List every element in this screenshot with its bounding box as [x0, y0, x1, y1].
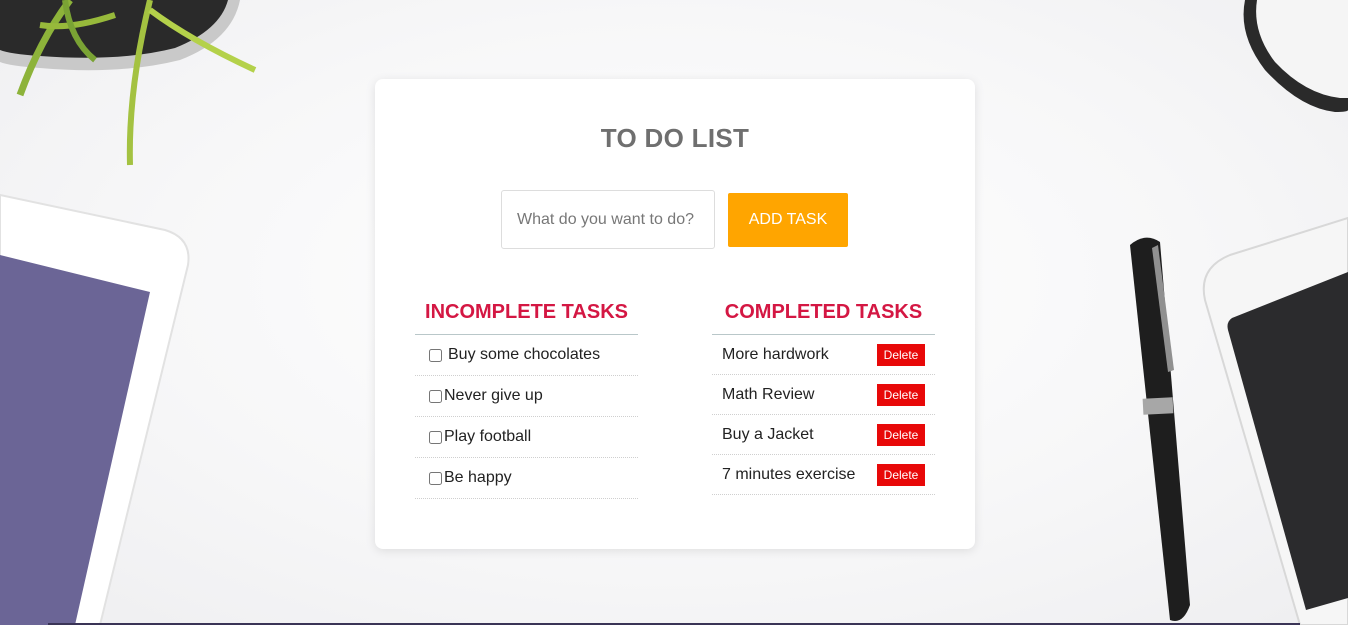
incomplete-tasks-heading: INCOMPLETE TASKS [415, 300, 638, 335]
completed-task-item: Math Review Delete [712, 375, 935, 415]
pen-icon [1130, 237, 1190, 622]
todo-card: TO DO LIST ADD TASK INCOMPLETE TASKS Buy… [375, 79, 975, 549]
glasses-icon [1243, 0, 1348, 112]
page-title: TO DO LIST [600, 123, 750, 153]
delete-button[interactable]: Delete [877, 343, 925, 366]
completed-task-item: More hardwork Delete [712, 335, 935, 375]
completed-task-item: Buy a Jacket Delete [712, 415, 935, 455]
delete-button[interactable]: Delete [877, 383, 925, 406]
completed-tasks-heading: COMPLETED TASKS [712, 300, 935, 335]
task-label: Math Review [722, 385, 815, 403]
task-label[interactable]: Buy some chocolates [448, 346, 600, 364]
task-label: Buy a Jacket [722, 425, 814, 443]
incomplete-tasks-section: INCOMPLETE TASKS Buy some chocolates Nev… [415, 300, 638, 499]
incomplete-task-item: Be happy [415, 458, 638, 499]
task-label[interactable]: Be happy [444, 469, 512, 487]
incomplete-tasks-list: Buy some chocolates Never give up Play f… [415, 335, 638, 499]
task-checkbox[interactable] [429, 471, 442, 485]
incomplete-task-item: Buy some chocolates [415, 335, 638, 376]
completed-tasks-section: COMPLETED TASKS More hardwork Delete Mat… [712, 300, 935, 495]
plant-icon [0, 0, 257, 166]
delete-button[interactable]: Delete [877, 463, 925, 486]
task-label: More hardwork [722, 345, 829, 363]
task-checkbox[interactable] [429, 389, 442, 403]
incomplete-task-item: Never give up [415, 376, 638, 417]
add-task-button[interactable]: ADD TASK [728, 193, 848, 247]
task-checkbox[interactable] [429, 430, 442, 444]
new-task-input[interactable] [501, 190, 715, 249]
task-label[interactable]: Never give up [444, 387, 543, 405]
incomplete-task-item: Play football [415, 417, 638, 458]
phone-icon [1202, 216, 1348, 625]
tablet-icon [0, 193, 190, 625]
task-checkbox[interactable] [429, 348, 442, 362]
task-label: 7 minutes exercise [722, 465, 856, 483]
completed-task-item: 7 minutes exercise Delete [712, 455, 935, 495]
completed-tasks-list: More hardwork Delete Math Review Delete … [712, 335, 935, 495]
task-label[interactable]: Play football [444, 428, 531, 446]
delete-button[interactable]: Delete [877, 423, 925, 446]
